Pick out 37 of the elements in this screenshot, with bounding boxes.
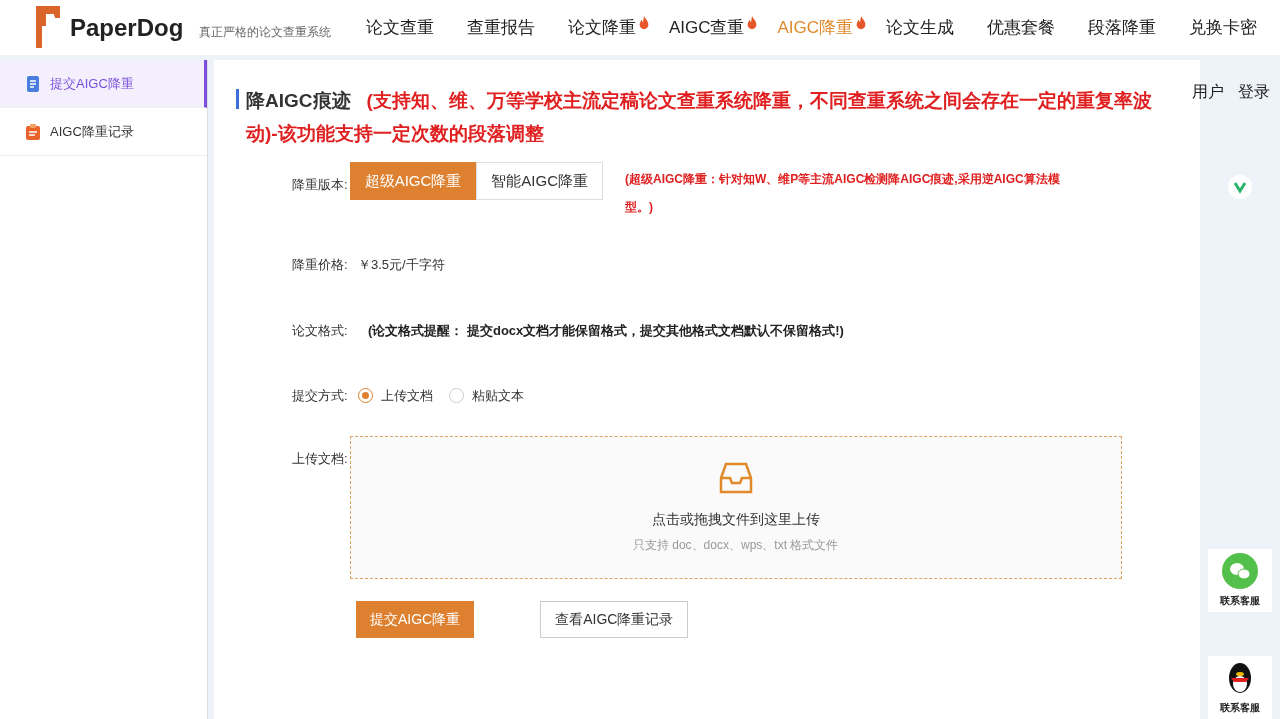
brand-slogan: 真正严格的论文查重系统 xyxy=(199,23,332,41)
field-label: 提交方式: xyxy=(292,387,349,405)
view-records-button[interactable]: 查看AIGC降重记录 xyxy=(540,600,689,638)
version-note: (超级AIGC降重：针对知W、维P等主流AIGC检测降AIGC痕迹,采用逆AIGC算法模型。) xyxy=(625,171,1061,216)
field-label: 上传文档: xyxy=(292,450,348,466)
chat-bubbles-icon xyxy=(1222,553,1258,589)
radio-option[interactable]: 粘贴文本 xyxy=(449,386,524,406)
upload-hint: 点击或拖拽文件到这里上传 xyxy=(651,509,820,529)
document-icon xyxy=(24,74,42,93)
nav-link[interactable]: 论文查重 xyxy=(365,14,434,41)
upload-dropzone[interactable]: 点击或拖拽文件到这里上传 只支持 doc、docx、wps、txt 格式文件 xyxy=(349,435,1122,579)
format-note: (论文格式提醒： 提交docx文档才能保留格式，提交其他格式文档默认不保留格式!) xyxy=(368,321,844,340)
nav-link[interactable]: 段落降重 xyxy=(1088,14,1156,41)
nav-link[interactable]: 兑换卡密 xyxy=(1189,14,1257,41)
contact-widget[interactable]: 联系客服 xyxy=(1208,549,1272,612)
nav-link[interactable]: 论文降重 xyxy=(567,14,636,41)
user-link[interactable]: 登录 xyxy=(1238,80,1270,104)
contact-widget[interactable]: 联系客服 xyxy=(1208,656,1272,719)
inbox-icon xyxy=(717,460,754,495)
nav-link[interactable]: 优惠套餐 xyxy=(987,14,1055,41)
sidebar-item[interactable]: AIGC降重记录 xyxy=(0,108,207,156)
upload-formats: 只支持 doc、docx、wps、txt 格式文件 xyxy=(632,536,839,554)
nav-link[interactable]: AIGC查重 xyxy=(668,14,745,41)
sidebar-item[interactable]: 提交AIGC降重 xyxy=(0,60,207,108)
nav-link[interactable]: 论文生成 xyxy=(886,14,954,41)
page-heading: 降AIGC痕迹 (支持知、维、万等学校主流定稿论文查重系统降重，不同查重系统之间会存在一定的重复率波动)-该功能支持一定次数的段落调整 xyxy=(246,89,1153,146)
version-tab[interactable]: 智能AIGC降重 xyxy=(476,162,603,200)
clipboard-icon xyxy=(24,122,42,141)
check-icon[interactable] xyxy=(1227,174,1253,200)
user-link[interactable]: 用户 xyxy=(1192,80,1224,104)
price-value: ￥3.5元/千字符 xyxy=(358,256,445,274)
brand-name: PaperDog xyxy=(70,12,184,43)
field-label: 降重版本: xyxy=(292,177,348,192)
field-label: 论文格式: xyxy=(292,321,349,340)
radio-option[interactable]: 上传文档 xyxy=(358,386,433,406)
field-label: 降重价格: xyxy=(292,256,349,274)
nav-link[interactable]: 查重报告 xyxy=(466,14,535,41)
